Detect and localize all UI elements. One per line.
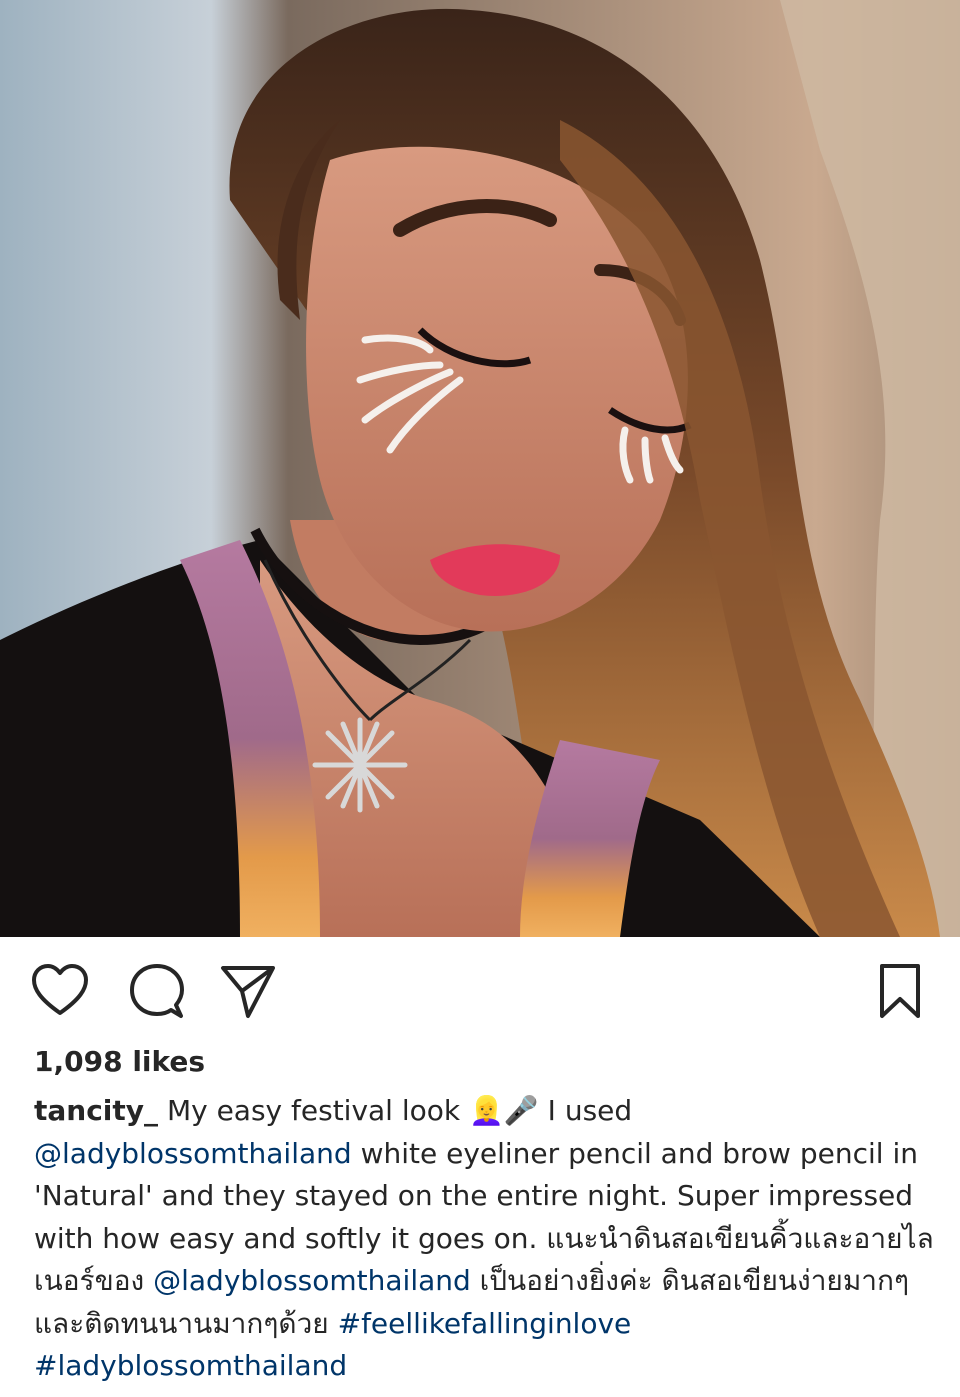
share-button[interactable]: [218, 961, 278, 1021]
save-button[interactable]: [870, 961, 930, 1021]
emoji-microphone-icon: 🎤: [503, 1094, 539, 1127]
like-button[interactable]: [30, 961, 90, 1021]
post-actions-bar: [0, 937, 960, 1037]
emoji-blonde-woman-icon: 👱‍♀️: [469, 1094, 504, 1127]
heart-icon: [32, 964, 88, 1015]
caption-text-1: My easy festival look: [158, 1094, 470, 1127]
post-caption: tancity_ My easy festival look 👱‍♀️🎤 I u…: [34, 1090, 934, 1388]
caption-hashtag-1[interactable]: #feellikefallinginlove: [338, 1307, 632, 1340]
likes-count[interactable]: 1,098 likes: [34, 1045, 205, 1078]
share-icon: [221, 966, 275, 1018]
caption-hashtag-2[interactable]: #ladyblossomthailand: [34, 1349, 347, 1382]
comment-button[interactable]: [127, 961, 187, 1021]
post-photo[interactable]: [0, 0, 960, 937]
photo-illustration: [0, 0, 960, 937]
caption-username[interactable]: tancity_: [34, 1094, 158, 1127]
caption-text-1-end: I used: [538, 1094, 633, 1127]
caption-mention-2[interactable]: @ladyblossomthailand: [153, 1264, 471, 1297]
caption-mention-1[interactable]: @ladyblossomthailand: [34, 1137, 352, 1170]
comment-icon: [130, 964, 184, 1018]
bookmark-icon: [880, 964, 920, 1018]
